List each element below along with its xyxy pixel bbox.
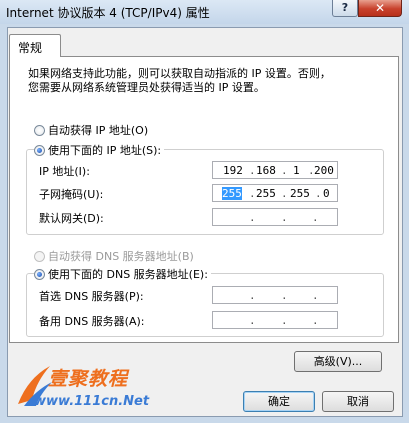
manual-ip-radio[interactable]	[34, 144, 45, 156]
watermark-brand: 壹聚教程	[48, 368, 129, 390]
manual-ip-option[interactable]: 使用下面的 IP 地址(S):	[34, 142, 165, 158]
ip-address-label: IP 地址(I):	[39, 165, 90, 178]
auto-ip-radio[interactable]	[34, 124, 45, 136]
manual-dns-label: 使用下面的 DNS 服务器地址(E):	[48, 268, 208, 281]
ok-button[interactable]: 确定	[243, 391, 315, 412]
description: 如果网络支持此功能，则可以获取自动指派的 IP 设置。否则， 您需要从网络系统管…	[28, 67, 388, 95]
cancel-button[interactable]: 取消	[322, 391, 394, 412]
alternate-dns-input[interactable]: . . .	[212, 311, 338, 329]
subnet-mask-input[interactable]: 255 . 255 . 255 . 0	[212, 184, 338, 202]
alternate-dns-label: 备用 DNS 服务器(A):	[39, 315, 145, 328]
preferred-dns-input[interactable]: . . .	[212, 286, 338, 304]
auto-ip-option[interactable]: 自动获得 IP 地址(O)	[34, 122, 152, 138]
auto-ip-label: 自动获得 IP 地址(O)	[48, 124, 149, 137]
manual-dns-option[interactable]: 使用下面的 DNS 服务器地址(E):	[34, 266, 211, 282]
tab-general-label: 常规	[18, 41, 43, 55]
ip-address-input[interactable]: 192 . 168 . 1 . 200	[212, 161, 338, 179]
watermark-url: www.111cn.Net	[34, 394, 150, 409]
advanced-button[interactable]: 高级(V)...	[294, 351, 382, 372]
description-line-2: 您需要从网络系统管理员处获得适当的 IP 设置。	[28, 81, 265, 94]
manual-ip-label: 使用下面的 IP 地址(S):	[48, 144, 162, 157]
preferred-dns-label: 首选 DNS 服务器(P):	[39, 290, 144, 303]
default-gateway-input[interactable]: . . .	[212, 208, 338, 226]
close-button[interactable]: ✕	[358, 0, 402, 17]
selected-octet: 255	[222, 187, 242, 200]
close-icon: ✕	[374, 1, 386, 15]
auto-dns-option[interactable]: 自动获得 DNS 服务器地址(B)	[34, 248, 197, 264]
description-line-1: 如果网络支持此功能，则可以获取自动指派的 IP 设置。否则，	[28, 67, 331, 80]
subnet-mask-label: 子网掩码(U):	[39, 188, 104, 201]
default-gateway-label: 默认网关(D):	[39, 212, 104, 225]
watermark: 壹聚教程 www.111cn.Net	[14, 360, 174, 420]
help-icon: ?	[341, 1, 349, 14]
auto-dns-label: 自动获得 DNS 服务器地址(B)	[48, 250, 194, 263]
auto-dns-radio[interactable]	[34, 250, 45, 262]
manual-dns-radio[interactable]	[34, 268, 45, 280]
window-title: Internet 协议版本 4 (TCP/IPv4) 属性	[6, 6, 210, 20]
help-button[interactable]: ?	[332, 0, 358, 17]
tab-general[interactable]: 常规	[9, 34, 61, 57]
